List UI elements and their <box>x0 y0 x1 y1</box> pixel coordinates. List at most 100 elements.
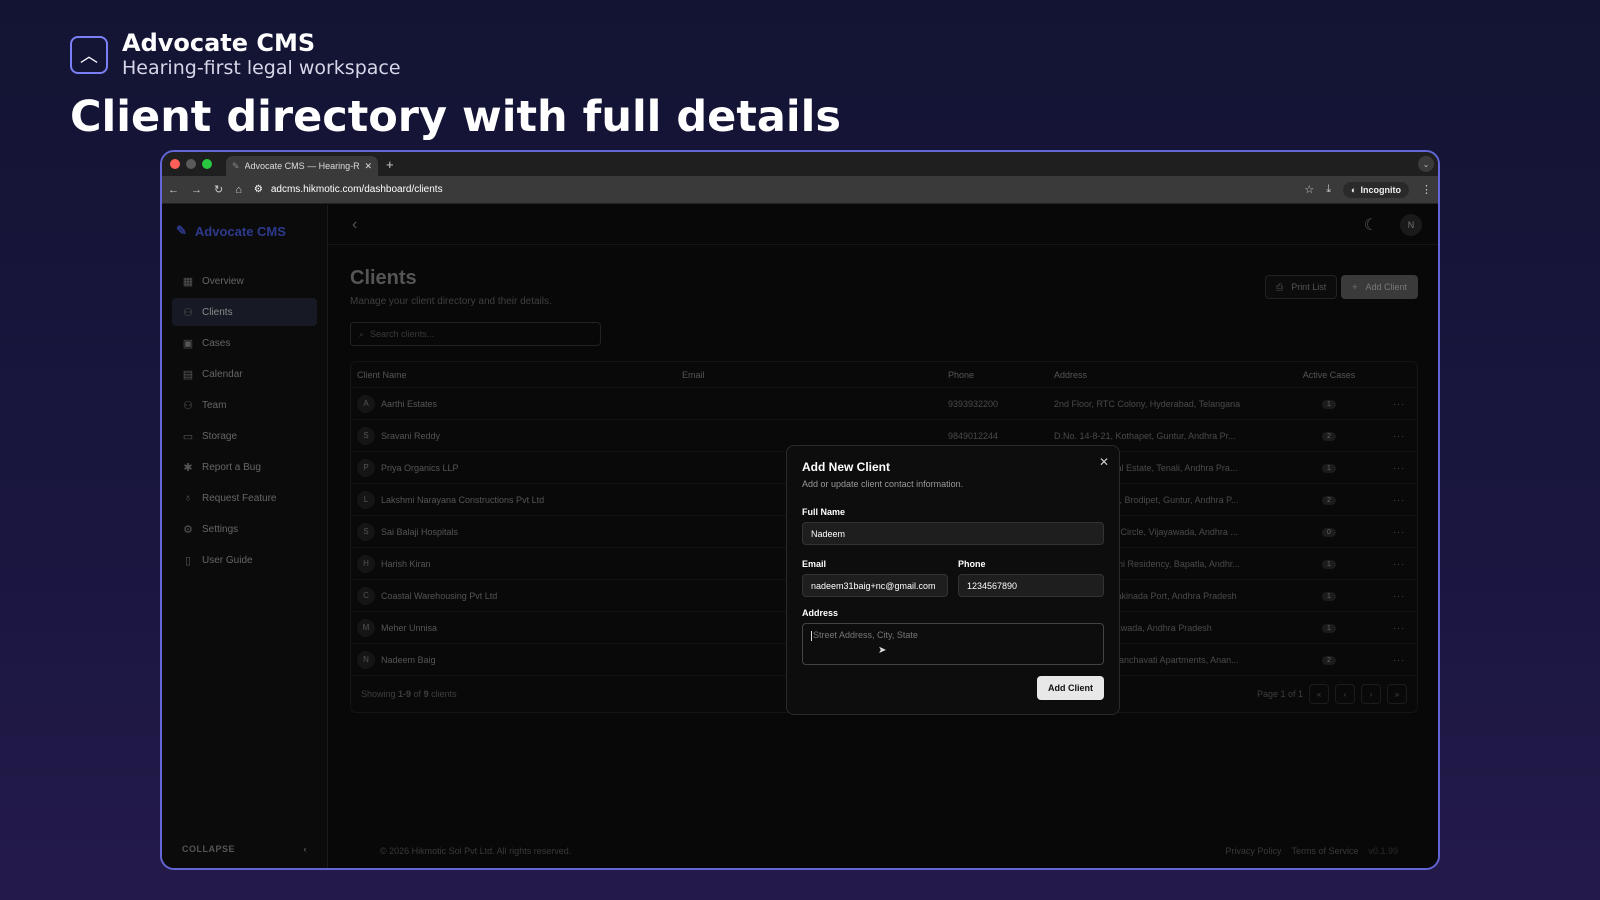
reload-icon[interactable]: ↻ <box>214 183 223 196</box>
sidebar: ✎ Advocate CMS ▦ Overview ⚇ Clients ▣ Cases ▤ Ca… <box>162 205 328 868</box>
close-window-button[interactable] <box>170 159 180 169</box>
row-more-icon[interactable]: ··· <box>1381 399 1417 409</box>
back-icon[interactable]: ← <box>168 184 179 196</box>
sidebar-item-team[interactable]: ⚇ Team <box>172 391 317 419</box>
client-name: Lakshmi Narayana Constructions Pvt Ltd <box>381 494 545 505</box>
sidebar-item-storage[interactable]: ▭ Storage <box>172 422 317 450</box>
last-page-button[interactable]: » <box>1387 684 1407 704</box>
client-name: Nadeem Baig <box>381 654 436 665</box>
prev-page-button[interactable]: ‹ <box>1335 684 1355 704</box>
active-cases-badge: 2 <box>1322 432 1336 441</box>
lightbulb-icon: ♁ <box>183 492 193 504</box>
sidebar-item-overview[interactable]: ▦ Overview <box>172 267 317 295</box>
sidebar-item-label: Report a Bug <box>202 461 261 473</box>
showing-prefix: Showing <box>361 689 399 699</box>
first-page-button[interactable]: « <box>1309 684 1329 704</box>
printer-icon: ⎙ <box>1275 281 1284 292</box>
sidebar-item-label: Request Feature <box>202 492 277 504</box>
grid-icon: ▦ <box>182 275 194 288</box>
row-more-icon[interactable]: ··· <box>1381 463 1417 473</box>
header-phone[interactable]: Phone <box>948 370 1054 380</box>
fullname-field[interactable]: Nadeem <box>802 522 1104 545</box>
users-icon: ⚇ <box>183 306 193 319</box>
sidebar-toggle-icon[interactable]: ‹ <box>352 216 357 234</box>
add-client-button[interactable]: + Add Client <box>1341 275 1418 299</box>
url-text[interactable]: adcms.hikmotic.com/dashboard/clients <box>271 184 443 195</box>
row-more-icon[interactable]: ··· <box>1381 431 1417 441</box>
client-name: Aarthi Estates <box>381 398 438 409</box>
client-address: D.No. 14-8-21, Kothapet, Guntur, Andhra … <box>1054 430 1236 441</box>
theme-moon-icon[interactable]: ☾ <box>1364 215 1378 235</box>
table-row[interactable]: A Aarthi Estates 9393932200 2nd Floor, RTC … <box>351 388 1417 420</box>
page-title: Clients <box>350 267 417 289</box>
next-page-button[interactable]: › <box>1361 684 1381 704</box>
sidebar-item-label: User Guide <box>202 554 253 566</box>
sidebar-item-report-a-bug[interactable]: ✱ Report a Bug <box>172 453 317 481</box>
sidebar-item-calendar[interactable]: ▤ Calendar <box>172 360 317 388</box>
minimize-window-button[interactable] <box>186 159 196 169</box>
pagination: Page 1 of 1 « ‹ › » <box>1257 684 1407 704</box>
page-label: Page 1 of 1 <box>1256 689 1303 699</box>
app: ✎ Advocate CMS ▦ Overview ⚇ Clients ▣ Cases ▤ Ca… <box>162 205 1438 868</box>
sidebar-item-user-guide[interactable]: ▯ User Guide <box>172 546 317 574</box>
sidebar-item-clients[interactable]: ⚇ Clients <box>172 298 317 326</box>
sidebar-item-request-feature[interactable]: ♁ Request Feature <box>172 484 317 512</box>
privacy-link[interactable]: Privacy Policy <box>1225 846 1281 856</box>
row-more-icon[interactable]: ··· <box>1381 623 1417 633</box>
row-more-icon[interactable]: ··· <box>1381 527 1417 537</box>
browser-tab[interactable]: ✎ Advocate CMS — Hearing-Re ✕ <box>226 156 378 176</box>
client-initial-avatar: M <box>357 618 375 637</box>
client-initial-avatar: P <box>357 458 375 477</box>
home-icon[interactable]: ⌂ <box>235 184 242 196</box>
print-list-button[interactable]: ⎙ Print List <box>1264 275 1338 299</box>
sidebar-logo[interactable]: ✎ Advocate CMS <box>162 205 327 257</box>
header-address[interactable]: Address <box>1054 370 1277 380</box>
sidebar-nav: ▦ Overview ⚇ Clients ▣ Cases ▤ Calendar ⚇ Team ▭ St… <box>162 267 327 574</box>
active-cases-badge: 1 <box>1322 400 1336 409</box>
client-initial-avatar: A <box>357 394 375 413</box>
phone-field[interactable]: 1234567890 <box>958 574 1104 597</box>
incognito-badge[interactable]: ◐ Incognito <box>1343 181 1409 198</box>
address-bar: ← → ↻ ⌂ ⚙ adcms.hikmotic.com/dashboard/c… <box>162 176 1438 204</box>
calendar-icon: ▤ <box>182 368 194 381</box>
download-icon[interactable]: ⤓ <box>1326 183 1331 196</box>
book-icon: ▯ <box>184 554 192 567</box>
avatar[interactable]: N <box>1400 213 1422 236</box>
submit-add-client-button[interactable]: Add Client <box>1037 676 1104 700</box>
header-active-cases[interactable]: Active Cases <box>1277 370 1381 380</box>
header-email[interactable]: Email <box>682 370 948 380</box>
maximize-window-button[interactable] <box>202 159 212 169</box>
client-name: Meher Unnisa <box>381 622 438 633</box>
forward-icon[interactable]: → <box>191 184 202 196</box>
tab-menu-button[interactable]: ⌄ <box>1418 156 1434 172</box>
tab-close-icon[interactable]: ✕ <box>364 161 372 172</box>
row-more-icon[interactable]: ··· <box>1381 655 1417 665</box>
email-field[interactable]: nadeem31baig+nc@gmail.com <box>802 574 948 597</box>
row-more-icon[interactable]: ··· <box>1381 495 1417 505</box>
collapse-label: COLLAPSE <box>182 844 236 854</box>
client-name: Coastal Warehousing Pvt Ltd <box>381 590 498 601</box>
presentation-brand: ︿ Advocate CMS Hearing-first legal works… <box>70 30 401 80</box>
topbar: ‹ ☾ N <box>328 205 1438 245</box>
headline: Client directory with full details <box>70 92 841 142</box>
client-name: Priya Organics LLP <box>381 462 459 473</box>
close-icon[interactable]: ✕ <box>1099 455 1109 469</box>
row-more-icon[interactable]: ··· <box>1381 559 1417 569</box>
new-tab-button[interactable]: + <box>386 157 394 172</box>
row-more-icon[interactable]: ··· <box>1381 591 1417 601</box>
bookmark-star-icon[interactable]: ☆ <box>1304 183 1314 196</box>
collapse-button[interactable]: COLLAPSE ‹ <box>182 844 307 854</box>
fullname-label: Full Name <box>802 507 846 517</box>
site-settings-icon[interactable]: ⚙ <box>254 184 263 195</box>
address-field[interactable]: Street Address, City, State ➤ <box>802 623 1104 665</box>
client-initial-avatar: N <box>357 650 375 669</box>
terms-link[interactable]: Terms of Service <box>1291 846 1358 856</box>
sidebar-item-cases[interactable]: ▣ Cases <box>172 329 317 357</box>
incognito-label: Incognito <box>1360 184 1402 195</box>
active-cases-badge: 1 <box>1322 592 1336 601</box>
sidebar-item-label: Clients <box>202 306 233 318</box>
sidebar-item-settings[interactable]: ⚙ Settings <box>172 515 317 543</box>
browser-menu-icon[interactable]: ⋮ <box>1421 183 1432 196</box>
header-client-name[interactable]: Client Name <box>351 370 682 380</box>
search-input[interactable]: ⌕ Search clients... <box>350 322 601 346</box>
